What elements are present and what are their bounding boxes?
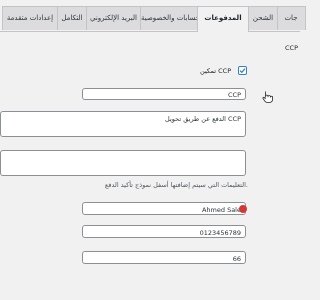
tab-payments[interactable]: المدفوعات <box>197 6 249 32</box>
account-key-input[interactable]: 66 <box>82 251 246 264</box>
instructions-help-text: التعليمات التي سيتم إضافتها أسفل نموذج ت… <box>104 181 248 189</box>
tab-accounts-privacy[interactable]: الحسابات والخصوصية <box>140 6 198 30</box>
title-input[interactable]: CCP <box>82 88 246 100</box>
tab-shipping[interactable]: الشحن <box>248 6 278 30</box>
tab-integration[interactable]: التكامل <box>57 6 87 30</box>
tab-email[interactable]: البريد الإلكتروني <box>86 6 141 30</box>
account-name-input[interactable]: Ahmed Sale <box>82 202 246 215</box>
enable-ccp-checkbox[interactable] <box>238 66 247 75</box>
description-textarea[interactable]: الدفع عن طريق تحويل CCP <box>0 111 246 137</box>
checkmark-icon <box>239 68 246 74</box>
tab-integrations-partial[interactable]: جات <box>276 6 306 30</box>
section-edge-label: CCP <box>285 44 298 52</box>
settings-tab-bar: جات الشحن المدفوعات الحسابات والخصوصية ا… <box>0 0 306 32</box>
instructions-textarea[interactable] <box>0 150 246 176</box>
account-number-input[interactable]: 0123456789 <box>82 225 246 238</box>
payment-settings-panel: CCP تمكين CCP CCP الدفع عن طريق تحويل CC… <box>0 32 300 300</box>
hand-pointer-icon <box>262 91 273 103</box>
tab-advanced[interactable]: إعدادات متقدمة <box>2 6 58 30</box>
enable-ccp-label: تمكين CCP <box>200 67 232 75</box>
alert-dot-icon <box>239 204 247 213</box>
